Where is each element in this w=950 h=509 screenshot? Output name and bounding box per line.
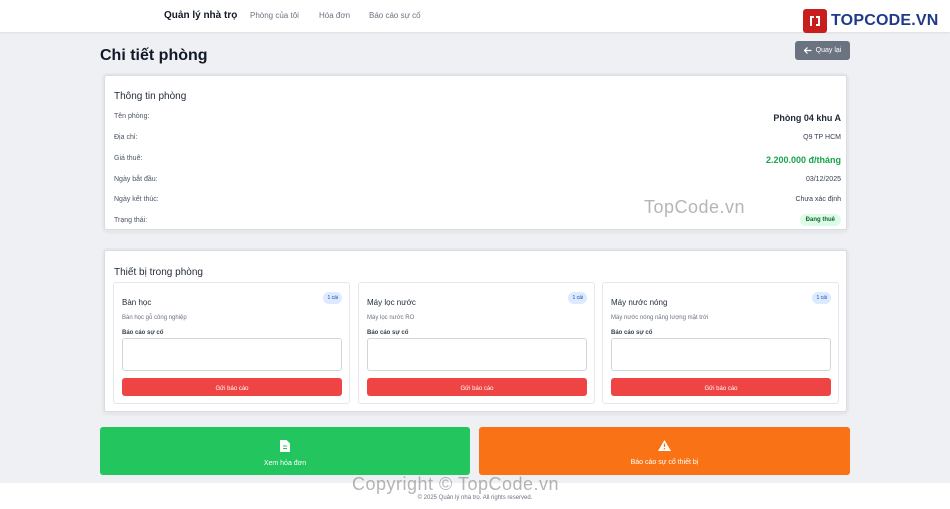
device-name: Máy lọc nước <box>367 298 416 307</box>
device-card-desk: Bàn học 1 cái Bàn học gỗ công nghiệp Báo… <box>113 282 350 404</box>
report-device-issue-label: Báo cáo sự cố thiết bị <box>630 459 699 466</box>
room-info-title: Thông tin phòng <box>114 91 187 102</box>
report-label: Báo cáo sự cố <box>367 330 409 336</box>
invoice-file-icon <box>280 439 290 452</box>
device-qty-badge: 1 cái <box>323 292 342 304</box>
topcode-logo: TOPCODE.VN <box>803 9 939 33</box>
view-invoice-button[interactable]: Xem hóa đơn <box>100 427 470 475</box>
navbar: Quản lý nhà trọ Phòng của tôi Hóa đơn Bá… <box>0 0 950 33</box>
device-name: Bàn học <box>122 298 152 307</box>
device-qty-badge: 1 cái <box>812 292 831 304</box>
info-row-start-date: Ngày bắt đầu: 03/12/2025 <box>114 176 841 188</box>
info-value-room-name: Phòng 04 khu A <box>773 113 841 123</box>
report-textarea-desk[interactable] <box>122 338 342 371</box>
info-value-address: Q9 TP HCM <box>803 134 841 141</box>
watermark-bottom: Copyright © TopCode.vn <box>352 474 560 494</box>
device-desc: Máy lọc nước RO <box>367 315 415 321</box>
send-report-button-water-heater[interactable]: Gửi báo cáo <box>611 378 831 396</box>
report-textarea-water-heater[interactable] <box>611 338 831 371</box>
report-label: Báo cáo sự cố <box>122 330 164 336</box>
info-row-status: Trạng thái: Đang thuê <box>114 214 841 229</box>
page-title: Chi tiết phòng <box>100 47 208 64</box>
watermark-mid: TopCode.vn <box>644 197 746 217</box>
info-label: Trạng thái: <box>114 217 148 224</box>
nav-link-incident-report[interactable]: Báo cáo sự cố <box>369 11 421 20</box>
topcode-logo-icon <box>803 9 827 33</box>
view-invoice-label: Xem hóa đơn <box>263 459 307 467</box>
device-qty-badge: 1 cái <box>568 292 587 304</box>
info-value-end-date: Chưa xác định <box>795 196 841 203</box>
device-name: Máy nước nóng <box>611 298 668 307</box>
back-button-label: Quay lại <box>815 47 842 54</box>
devices-card: Thiết bị trong phòng Bàn học 1 cái Bàn h… <box>104 250 847 412</box>
info-value-start-date: 03/12/2025 <box>805 176 841 183</box>
info-row-address: Địa chỉ: Q9 TP HCM <box>114 134 841 146</box>
info-label: Giá thuê: <box>114 155 143 162</box>
send-report-button-water-purifier[interactable]: Gửi báo cáo <box>367 378 587 396</box>
brand-link[interactable]: Quản lý nhà trọ <box>164 10 237 21</box>
report-device-issue-button[interactable]: Báo cáo sự cố thiết bị <box>479 427 850 475</box>
info-label: Ngày kết thúc: <box>114 196 159 203</box>
info-row-room-name: Tên phòng: Phòng 04 khu A <box>114 113 841 125</box>
info-label: Địa chỉ: <box>114 134 138 141</box>
info-row-price: Giá thuê: 2.200.000 đ/tháng <box>114 155 841 167</box>
devices-title: Thiết bị trong phòng <box>114 267 203 278</box>
status-badge: Đang thuê <box>799 214 841 226</box>
send-report-button-desk[interactable]: Gửi báo cáo <box>122 378 342 396</box>
info-value-price: 2.200.000 đ/tháng <box>765 155 841 165</box>
info-label: Ngày bắt đầu: <box>114 176 158 183</box>
device-desc: Máy nước nóng năng lượng mặt trời <box>611 315 709 321</box>
info-label: Tên phòng: <box>114 113 150 120</box>
footer-copyright: © 2025 Quản lý nhà trọ. All rights reser… <box>417 495 533 501</box>
device-card-water-purifier: Máy lọc nước 1 cái Máy lọc nước RO Báo c… <box>358 282 595 404</box>
topcode-logo-text: TOPCODE.VN <box>831 12 939 29</box>
arrow-left-icon <box>803 47 812 54</box>
report-label: Báo cáo sự cố <box>611 330 653 336</box>
nav-link-my-room[interactable]: Phòng của tôi <box>250 11 299 20</box>
back-button[interactable]: Quay lại <box>795 41 850 60</box>
device-desc: Bàn học gỗ công nghiệp <box>122 315 187 321</box>
nav-link-invoices[interactable]: Hóa đơn <box>319 11 350 20</box>
report-textarea-water-purifier[interactable] <box>367 338 587 371</box>
device-card-water-heater: Máy nước nóng 1 cái Máy nước nóng năng l… <box>602 282 839 404</box>
warning-icon <box>658 440 671 451</box>
